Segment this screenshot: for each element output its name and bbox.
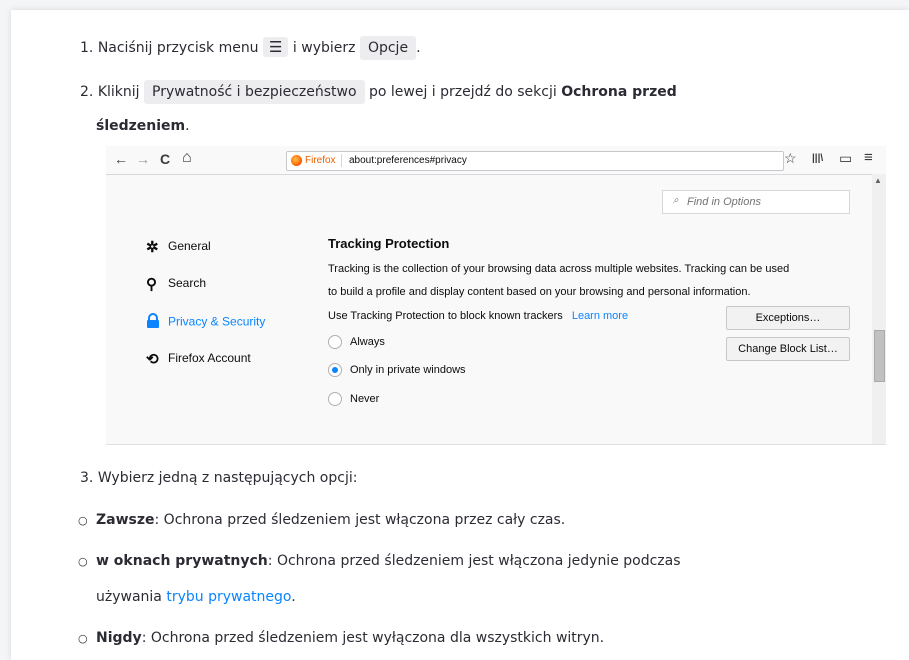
sync-icon: ⟲ xyxy=(146,351,159,368)
nav-account-label: Firefox Account xyxy=(168,351,251,366)
menu-icon: ☰ xyxy=(263,37,289,57)
step-3-text: Wybierz jedną z następujących opcji: xyxy=(97,470,358,486)
search-icon: ⌕ xyxy=(673,195,679,206)
sidebar-icon[interactable]: ▭ xyxy=(839,150,852,167)
bullet-icon: ○ xyxy=(78,632,88,645)
option-private-cont: używania trybu prywatnego. xyxy=(96,587,296,607)
radio-always-indicator[interactable] xyxy=(328,335,342,349)
step-2-text-a: Kliknij xyxy=(97,84,140,100)
firefox-logo-icon xyxy=(291,155,302,166)
url-bar[interactable]: Firefox about:preferences#privacy xyxy=(286,151,784,171)
bullet-icon: ○ xyxy=(78,514,88,527)
radio-always-label: Always xyxy=(350,335,385,348)
find-placeholder: Find in Options xyxy=(687,196,761,208)
nav-privacy-label: Privacy & Security xyxy=(168,314,266,329)
firefox-preferences-screenshot: ← → C ⌂ Firefox about:preferences#privac… xyxy=(106,146,886,445)
option-always: Zawsze: Ochrona przed śledzeniem jest wł… xyxy=(96,510,565,530)
option-never: Nigdy: Ochrona przed śledzeniem jest wył… xyxy=(96,628,604,648)
lock-icon xyxy=(146,313,168,332)
step-2-bold-b: śledzeniem xyxy=(96,118,186,134)
step-2-cont: śledzeniem. xyxy=(96,116,190,136)
step-2-text-c: . xyxy=(185,118,190,134)
exceptions-button[interactable]: Exceptions… xyxy=(726,306,850,330)
option-private: w oknach prywatnych: Ochrona przed śledz… xyxy=(96,551,681,571)
step-3-number: 3. xyxy=(80,470,94,486)
find-in-options-input[interactable]: ⌕ Find in Options xyxy=(662,190,850,214)
radio-never-label: Never xyxy=(350,392,380,405)
nav-search[interactable]: ⚲ Search xyxy=(146,275,206,293)
search-icon: ⚲ xyxy=(146,276,157,293)
private-browsing-link[interactable]: trybu prywatnego xyxy=(166,589,291,605)
nav-general[interactable]: ✲ General xyxy=(146,238,211,256)
opcje-label: Opcje xyxy=(359,36,417,60)
radio-private-indicator[interactable] xyxy=(328,363,342,377)
scroll-up-icon[interactable]: ▲ xyxy=(874,176,882,185)
option-private-text3: . xyxy=(291,589,296,605)
browser-toolbar: ← → C ⌂ Firefox about:preferences#privac… xyxy=(106,146,886,175)
step-1-text-c: . xyxy=(416,40,421,56)
change-block-list-button[interactable]: Change Block List… xyxy=(726,337,850,361)
gear-icon: ✲ xyxy=(146,239,159,256)
hamburger-menu-icon[interactable]: ≡ xyxy=(864,149,873,166)
tracking-desc-line-2: to build a profile and display content b… xyxy=(328,286,751,298)
radio-never[interactable]: Never xyxy=(328,392,379,406)
option-private-text: : Ochrona przed śledzeniem jest włączona… xyxy=(267,553,681,569)
radio-always[interactable]: Always xyxy=(328,335,385,349)
step-1-text-a: Naciśnij przycisk menu xyxy=(97,40,259,56)
home-icon[interactable]: ⌂ xyxy=(182,149,192,167)
scrollbar[interactable]: ▲ xyxy=(872,174,886,444)
option-never-bold: Nigdy xyxy=(96,630,142,646)
privacy-security-label: Prywatność i bezpieczeństwo xyxy=(144,80,365,104)
step-2-text-b: po lewej i przejdź do sekcji xyxy=(369,84,557,100)
nav-privacy-security[interactable]: Privacy & Security xyxy=(146,313,265,332)
nav-firefox-account[interactable]: ⟲ Firefox Account xyxy=(146,350,251,368)
step-2-number: 2. xyxy=(80,84,94,100)
step-3: 3. Wybierz jedną z następujących opcji: xyxy=(80,468,357,488)
star-icon[interactable]: ☆ xyxy=(784,150,797,167)
learn-more-link[interactable]: Learn more xyxy=(572,310,628,322)
tracking-desc-line-3: Use Tracking Protection to block known t… xyxy=(328,308,628,324)
reload-icon[interactable]: C xyxy=(160,151,170,167)
nav-search-label: Search xyxy=(168,276,207,291)
back-icon[interactable]: ← xyxy=(114,151,128,167)
step-2: 2. Kliknij Prywatność i bezpieczeństwo p… xyxy=(80,80,677,104)
use-tp-text: Use Tracking Protection to block known t… xyxy=(328,310,563,322)
tracking-protection-title: Tracking Protection xyxy=(328,236,450,251)
step-2-bold-a: Ochrona przed xyxy=(561,84,677,100)
option-always-bold: Zawsze xyxy=(96,512,155,528)
firefox-brand-label: Firefox xyxy=(305,155,336,166)
step-1-text-b: i wybierz xyxy=(292,40,356,56)
step-1: 1. Naciśnij przycisk menu ☰ i wybierz Op… xyxy=(80,36,421,60)
url-address: about:preferences#privacy xyxy=(349,155,467,166)
nav-general-label: General xyxy=(168,239,211,254)
step-1-number: 1. xyxy=(80,40,94,56)
bullet-icon: ○ xyxy=(78,555,88,568)
radio-never-indicator[interactable] xyxy=(328,392,342,406)
tracking-desc-line-1: Tracking is the collection of your brows… xyxy=(328,263,790,275)
forward-icon[interactable]: → xyxy=(136,151,150,167)
option-always-text: : Ochrona przed śledzeniem jest włączona… xyxy=(154,512,566,528)
radio-private-windows[interactable]: Only in private windows xyxy=(328,363,466,377)
option-private-text2: używania xyxy=(96,589,162,605)
option-never-text: : Ochrona przed śledzeniem jest wyłączon… xyxy=(141,630,605,646)
option-private-bold: w oknach prywatnych xyxy=(96,553,268,569)
library-icon[interactable]: |||\ xyxy=(812,153,823,164)
url-separator xyxy=(341,154,342,167)
scrollbar-thumb[interactable] xyxy=(874,330,885,382)
radio-private-label: Only in private windows xyxy=(350,363,466,376)
